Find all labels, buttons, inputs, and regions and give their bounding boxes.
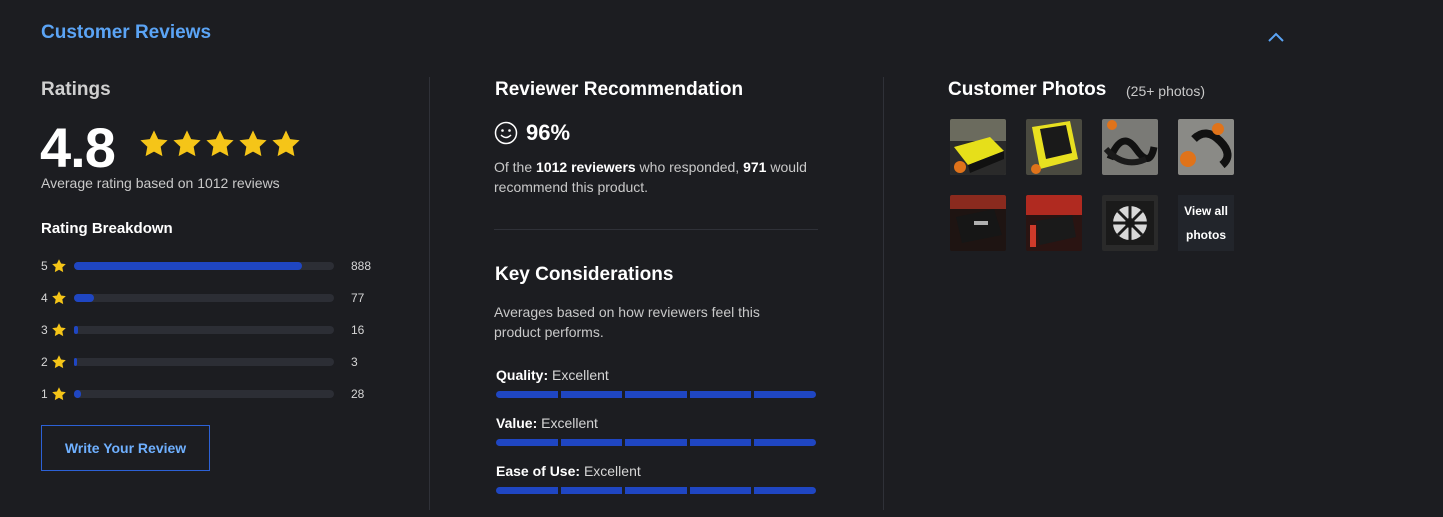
consideration-bar-segment: [754, 487, 816, 494]
customer-photo-thumbnail[interactable]: [950, 195, 1006, 251]
consideration-bar-segment: [560, 391, 623, 398]
consideration-bar-segment: [496, 439, 558, 446]
rating-star-value: 1: [41, 387, 48, 401]
consideration-label: Quality: Excellent: [496, 367, 609, 383]
consideration-bar: [496, 391, 816, 398]
star-icon: [140, 130, 168, 157]
write-review-button[interactable]: Write Your Review: [41, 425, 210, 471]
divider: [494, 229, 818, 230]
consideration-bar-segment: [689, 391, 752, 398]
star-icon: [52, 387, 66, 401]
recommendation-percent: 96%: [526, 120, 571, 145]
reviewer-count: 1012 reviewers: [536, 159, 636, 175]
key-considerations-description: Averages based on how reviewers feel thi…: [494, 304, 760, 340]
rating-count: 16: [351, 323, 365, 337]
rating-bar-fill: [74, 390, 82, 398]
reviewer-recommendation-heading: Reviewer Recommendation: [495, 79, 744, 100]
rating-bar-fill: [74, 358, 78, 366]
column-divider: [883, 77, 884, 510]
rating-star-value: 3: [41, 323, 48, 337]
consideration-bar-segment: [754, 439, 816, 446]
consideration-bar-segment: [496, 487, 558, 494]
rating-count: 3: [351, 355, 358, 369]
smile-icon: [494, 121, 518, 145]
consideration-bar-segment: [560, 439, 623, 446]
rating-breakdown-row[interactable]: 5 888: [41, 257, 371, 275]
chevron-up-icon[interactable]: [1265, 28, 1287, 46]
customer-photo-thumbnail[interactable]: [1026, 119, 1082, 175]
consideration-item: Quality: Excellent: [496, 367, 816, 398]
average-rating-caption: Average rating based on 1012 reviews: [41, 175, 280, 191]
average-score: 4.8: [40, 116, 116, 179]
customer-photo-thumbnail[interactable]: [1102, 119, 1158, 175]
rating-bar-track: [74, 294, 334, 302]
view-all-photos-button[interactable]: View all photos: [1178, 195, 1234, 251]
recommend-count: 971: [743, 159, 767, 175]
average-stars: [138, 128, 302, 160]
rating-breakdown-row[interactable]: 3 16: [41, 321, 364, 339]
rating-breakdown-heading: Rating Breakdown: [41, 220, 173, 237]
customer-photo-thumbnail[interactable]: [1026, 195, 1082, 251]
rating-bar-fill: [74, 326, 79, 334]
rating-count: 77: [351, 291, 365, 305]
rating-count: 28: [351, 387, 365, 401]
consideration-bar-segment: [496, 391, 558, 398]
column-divider: [429, 77, 430, 510]
rating-breakdown-row[interactable]: 23: [41, 353, 358, 371]
rating-bar-track: [74, 326, 334, 334]
rating-breakdown-row[interactable]: 4 77: [41, 289, 364, 307]
star-icon: [52, 355, 66, 369]
consideration-label: Ease of Use: Excellent: [496, 463, 641, 479]
key-considerations-heading: Key Considerations: [495, 264, 674, 285]
photos-count: (25+ photos): [1126, 83, 1205, 99]
consideration-label: Value: Excellent: [496, 415, 598, 431]
rating-star-value: 2: [41, 355, 48, 369]
rating-bar-fill: [74, 262, 303, 270]
rating-bar-fill: [74, 294, 94, 302]
consideration-bar-segment: [689, 439, 752, 446]
consideration-bar-segment: [625, 391, 687, 398]
rating-bar-track: [74, 262, 334, 270]
star-icon: [52, 323, 66, 337]
rating-breakdown-row[interactable]: 1 28: [41, 385, 364, 403]
ratings-heading: Ratings: [41, 79, 111, 100]
recommendation-text: Of the 1012 reviewers who responded, 971…: [494, 159, 807, 195]
customer-photo-thumbnail[interactable]: [950, 119, 1006, 175]
consideration-item: Ease of Use: Excellent: [496, 463, 816, 494]
customer-photo-thumbnail[interactable]: [1102, 195, 1158, 251]
consideration-item: Value: Excellent: [496, 415, 816, 446]
consideration-bar-segment: [625, 487, 687, 494]
customer-photo-thumbnail[interactable]: [1178, 119, 1234, 175]
rating-star-value: 5: [41, 259, 48, 273]
star-icon: [52, 259, 66, 273]
consideration-bar: [496, 439, 816, 446]
star-icon: [206, 130, 234, 157]
consideration-bar-segment: [560, 487, 623, 494]
consideration-bar-segment: [754, 391, 816, 398]
rating-count: 888: [351, 259, 372, 273]
star-icon: [52, 291, 66, 305]
rating-star-value: 4: [41, 291, 48, 305]
star-icon: [239, 130, 267, 157]
consideration-bar-segment: [625, 439, 687, 446]
consideration-bar: [496, 487, 816, 494]
consideration-bar-segment: [689, 487, 752, 494]
star-icon: [173, 130, 201, 157]
customer-photos-heading: Customer Photos: [948, 79, 1107, 100]
rating-bar-track: [74, 390, 334, 398]
star-icon: [272, 130, 300, 157]
section-title-customer-reviews[interactable]: Customer Reviews: [41, 22, 211, 44]
rating-bar-track: [74, 358, 334, 366]
